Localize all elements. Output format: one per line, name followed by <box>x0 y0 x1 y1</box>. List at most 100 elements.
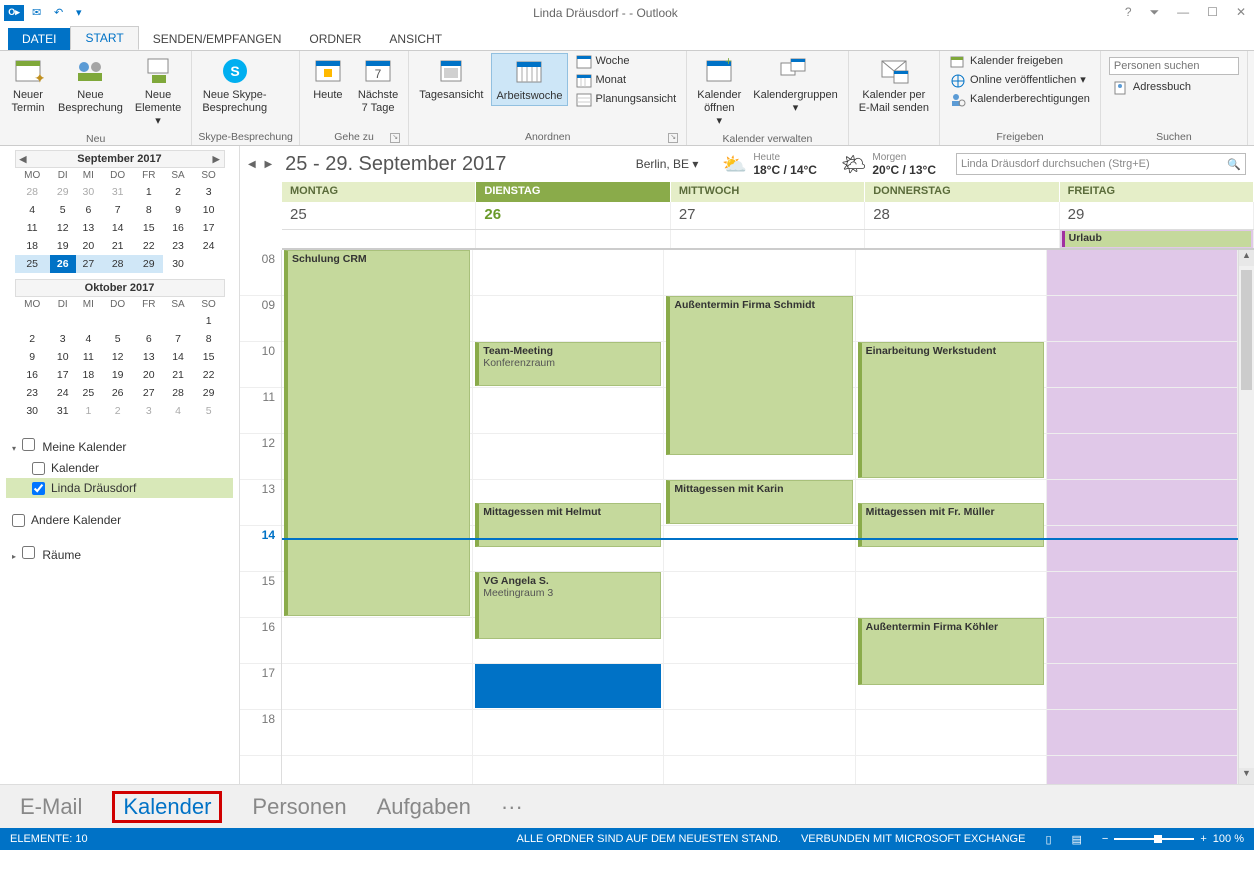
naechste-7-tage-button[interactable]: 7Nächste 7 Tage <box>354 53 402 117</box>
mini-cal-day[interactable]: 6 <box>76 201 102 219</box>
time-slot[interactable] <box>1047 664 1237 710</box>
date-header[interactable]: 25 <box>282 202 476 229</box>
mini-cal-day[interactable]: 30 <box>15 402 50 420</box>
checkbox[interactable] <box>22 546 35 559</box>
calendar-event[interactable]: VG Angela S.Meetingraum 3 <box>475 572 661 639</box>
time-slot[interactable] <box>1047 710 1237 756</box>
date-header[interactable]: 29 <box>1060 202 1254 229</box>
mini-cal-day[interactable]: 27 <box>134 384 163 402</box>
close-button[interactable]: ✕ <box>1232 5 1250 20</box>
mini-cal-day[interactable]: 23 <box>163 237 192 255</box>
checkbox[interactable] <box>32 462 45 475</box>
tab-senden-empfangen[interactable]: SENDEN/EMPFANGEN <box>139 28 296 50</box>
mini-cal-day[interactable]: 18 <box>15 237 50 255</box>
day-column-fri[interactable] <box>1047 250 1238 784</box>
time-slot[interactable] <box>1047 296 1237 342</box>
mini-cal-day[interactable]: 15 <box>134 219 163 237</box>
time-slot[interactable] <box>856 572 1046 618</box>
mini-cal-day[interactable]: 10 <box>193 201 225 219</box>
ribbon-display-icon[interactable]: ⏷ <box>1146 5 1164 20</box>
mini-cal-day[interactable]: 30 <box>163 255 192 273</box>
arbeitswoche-button[interactable]: Arbeitswoche <box>491 53 567 106</box>
mini-cal-day[interactable]: 17 <box>50 366 76 384</box>
calendar-event[interactable]: Außentermin Firma Köhler <box>858 618 1044 685</box>
mini-cal-day[interactable]: 2 <box>15 330 50 348</box>
mini-cal-day[interactable]: 4 <box>15 201 50 219</box>
minimize-button[interactable]: — <box>1173 5 1193 20</box>
time-slot[interactable] <box>664 526 854 572</box>
allday-cell[interactable]: Urlaub <box>1060 230 1254 248</box>
allday-cell[interactable] <box>865 230 1059 248</box>
mini-cal-day[interactable]: 7 <box>101 201 134 219</box>
nav-personen[interactable]: Personen <box>252 794 346 820</box>
tagesansicht-button[interactable]: Tagesansicht <box>415 53 487 104</box>
mini-cal-day[interactable]: 25 <box>15 255 50 273</box>
mini-cal-day[interactable] <box>15 312 50 330</box>
time-slot[interactable] <box>856 250 1046 296</box>
allday-cell[interactable] <box>282 230 476 248</box>
mini-cal-day[interactable]: 9 <box>15 348 50 366</box>
time-slot[interactable] <box>664 710 854 756</box>
time-slot[interactable] <box>1047 572 1237 618</box>
calendar-search-input[interactable]: Linda Dräusdorf durchsuchen (Strg+E)🔍 <box>956 153 1246 175</box>
allday-cell[interactable] <box>671 230 865 248</box>
mini-cal-day[interactable]: 19 <box>50 237 76 255</box>
time-slot[interactable] <box>282 664 472 710</box>
time-slot[interactable] <box>473 710 663 756</box>
date-header[interactable]: 28 <box>865 202 1059 229</box>
kalenderberechtigungen-button[interactable]: Kalenderberechtigungen <box>946 91 1094 109</box>
time-slot[interactable] <box>664 572 854 618</box>
mini-cal-day[interactable]: 21 <box>163 366 192 384</box>
mini-cal-day[interactable]: 7 <box>163 330 192 348</box>
checkbox[interactable] <box>32 482 45 495</box>
mini-cal-day[interactable]: 14 <box>101 219 134 237</box>
scroll-thumb[interactable] <box>1241 270 1252 390</box>
nav-email[interactable]: E-Mail <box>20 794 82 820</box>
mini-cal-day[interactable]: 4 <box>76 330 102 348</box>
mini-calendar-oktober[interactable]: Oktober 2017 MODIMIDOFRSASO1234567891011… <box>15 279 225 420</box>
kalender-per-email-button[interactable]: Kalender per E-Mail senden <box>855 53 933 117</box>
mini-cal-day[interactable]: 28 <box>163 384 192 402</box>
date-nav[interactable]: ◀ ▶ <box>248 159 275 170</box>
time-slot[interactable] <box>664 664 854 710</box>
mini-cal-day[interactable]: 11 <box>76 348 102 366</box>
mini-cal-day[interactable] <box>101 312 134 330</box>
mini-cal-day[interactable]: 5 <box>50 201 76 219</box>
mini-cal-day[interactable]: 3 <box>193 183 225 201</box>
calendar-event[interactable]: Einarbeitung Werkstudent <box>858 342 1044 478</box>
mini-cal-day[interactable]: 28 <box>101 255 134 273</box>
mini-cal-day[interactable]: 1 <box>134 183 163 201</box>
day-column-wed[interactable]: Außentermin Firma SchmidtMittagessen mit… <box>664 250 855 784</box>
mini-cal-day[interactable]: 20 <box>76 237 102 255</box>
undo-icon[interactable]: ↶ <box>54 6 68 20</box>
time-slot[interactable] <box>473 296 663 342</box>
monat-button[interactable]: Monat <box>572 72 681 90</box>
tab-ansicht[interactable]: ANSICHT <box>375 28 456 50</box>
mini-cal-day[interactable]: 18 <box>76 366 102 384</box>
checkbox[interactable] <box>12 514 25 527</box>
mini-cal-day[interactable]: 13 <box>76 219 102 237</box>
calendar-item-andere[interactable]: Andere Kalender <box>6 510 233 530</box>
mini-cal-day[interactable]: 2 <box>163 183 192 201</box>
neuer-termin-button[interactable]: ✦Neuer Termin <box>6 53 50 117</box>
time-slot[interactable] <box>664 250 854 296</box>
day-column-tue[interactable]: Team-MeetingKonferenzraumMittagessen mit… <box>473 250 664 784</box>
mini-cal-day[interactable]: 29 <box>50 183 76 201</box>
view-normal-icon[interactable]: ▯ <box>1045 833 1051 846</box>
mini-cal-day[interactable]: 6 <box>134 330 163 348</box>
nav-aufgaben[interactable]: Aufgaben <box>377 794 471 820</box>
mini-cal-day[interactable]: 28 <box>15 183 50 201</box>
time-slot[interactable] <box>1047 618 1237 664</box>
mini-calendar-september[interactable]: ◀September 2017▶ MODIMIDOFRSASO282930311… <box>15 150 225 273</box>
search-icon[interactable]: 🔍 <box>1227 158 1241 171</box>
time-slot[interactable] <box>1047 388 1237 434</box>
time-slot[interactable] <box>473 388 663 434</box>
time-slot[interactable] <box>1047 526 1237 572</box>
mini-cal-day[interactable]: 27 <box>76 255 102 273</box>
mini-cal-day[interactable]: 22 <box>134 237 163 255</box>
date-header[interactable]: 27 <box>671 202 865 229</box>
mini-cal-day[interactable]: 1 <box>193 312 225 330</box>
mini-cal-day[interactable]: 11 <box>15 219 50 237</box>
calendar-event[interactable]: Mittagessen mit Helmut <box>475 503 661 547</box>
view-reading-icon[interactable]: ▤ <box>1072 833 1082 846</box>
